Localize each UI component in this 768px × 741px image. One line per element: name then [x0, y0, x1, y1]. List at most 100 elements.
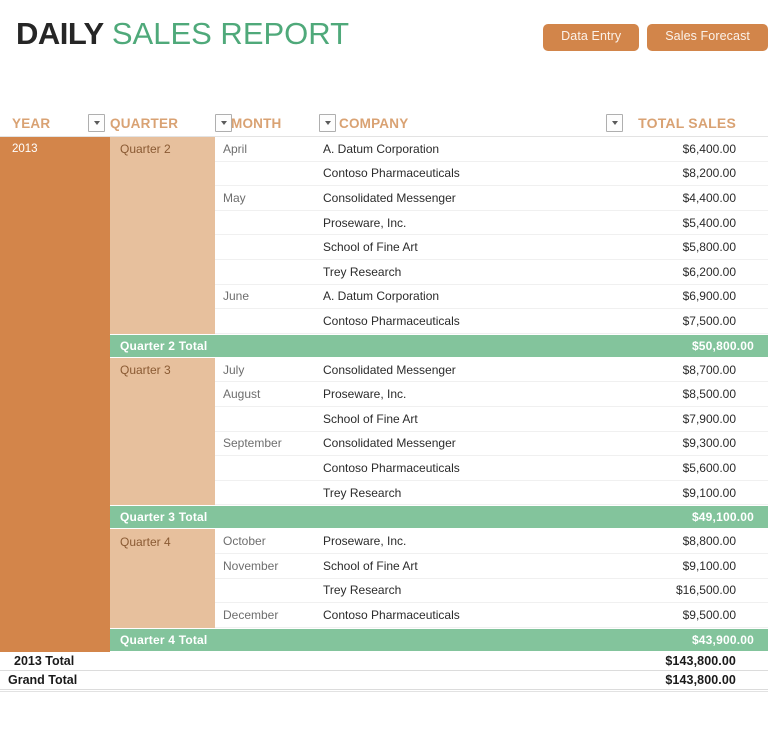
table-row: Contoso Pharmaceuticals $8,200.00 [0, 161, 768, 187]
cell-year-continuation [0, 553, 110, 579]
cell-month: December [215, 603, 315, 628]
table-row: May Consolidated Messenger $4,400.00 [0, 186, 768, 211]
quarter-total-row: Quarter 4 Total $43,900.00 [0, 627, 768, 652]
column-header-month-label: MONTH [231, 115, 282, 131]
cell-company: School of Fine Art [315, 406, 628, 432]
cell-year-continuation [0, 186, 110, 211]
quarter-total-value: $49,100.00 [691, 510, 754, 525]
column-header-total-sales-label: TOTAL SALES [638, 115, 736, 131]
table-row: School of Fine Art $7,900.00 [0, 406, 768, 432]
quarter-total-label: Quarter 4 Total [120, 632, 208, 647]
cell-company: Trey Research [315, 259, 628, 285]
cell-quarter: Quarter 3 [110, 357, 215, 383]
sales-forecast-button[interactable]: Sales Forecast [647, 24, 768, 51]
quarter-total-label: Quarter 2 Total [120, 338, 208, 353]
cell-month [215, 456, 315, 481]
cell-total-sales: $16,500.00 [628, 578, 768, 604]
cell-month: July [215, 357, 315, 383]
cell-quarter-continuation [110, 456, 215, 481]
cell-month: October [215, 529, 315, 554]
column-header-year: YEAR [12, 114, 110, 132]
cell-total-sales: $6,400.00 [628, 137, 768, 162]
cell-quarter-continuation [110, 406, 215, 432]
cell-month [215, 309, 315, 334]
cell-month [215, 406, 315, 432]
cell-year-continuation [0, 529, 110, 554]
cell-month [215, 210, 315, 236]
cell-quarter-continuation [110, 210, 215, 236]
cell-year-continuation [0, 406, 110, 432]
header-button-group: Data Entry Sales Forecast [543, 24, 768, 51]
cell-quarter-continuation [110, 259, 215, 285]
column-header-company-label: COMPANY [339, 115, 409, 131]
cell-year-continuation [0, 235, 110, 260]
grand-total-label: Grand Total [8, 672, 78, 687]
grand-total-value: $143,800.00 [665, 672, 736, 687]
column-header-total-sales: TOTAL SALES [628, 115, 768, 131]
cell-year-continuation [0, 480, 110, 506]
table-row: Contoso Pharmaceuticals $5,600.00 [0, 456, 768, 481]
chevron-down-icon [611, 121, 618, 125]
cell-quarter-continuation [110, 578, 215, 604]
column-header-quarter: QUARTER [110, 116, 215, 131]
cell-total-sales: $9,500.00 [628, 603, 768, 628]
month-filter-button[interactable] [319, 114, 336, 132]
cell-company: Proseware, Inc. [315, 210, 628, 236]
cell-company: School of Fine Art [315, 553, 628, 579]
sales-pivot-table: YEAR QUARTER MONTH COMPANY TOTAL SALES 2… [0, 110, 768, 692]
table-row: Proseware, Inc. $5,400.00 [0, 210, 768, 236]
cell-company: Contoso Pharmaceuticals [315, 456, 628, 481]
cell-year-continuation [0, 210, 110, 236]
table-row: September Consolidated Messenger $9,300.00 [0, 431, 768, 457]
cell-quarter-continuation [110, 480, 215, 506]
month-filter-cell [319, 114, 339, 132]
chevron-down-icon [324, 121, 331, 125]
quarter-filter-button[interactable] [215, 114, 232, 132]
quarter-filter-cell [215, 114, 232, 132]
year-total-row: 2013 Total $143,800.00 [0, 652, 768, 671]
cell-year-continuation [0, 161, 110, 187]
cell-total-sales: $9,100.00 [628, 480, 768, 506]
cell-quarter-continuation [110, 309, 215, 334]
cell-year-continuation [0, 505, 110, 530]
table-row: Quarter 3 July Consolidated Messenger $8,70… [0, 357, 768, 383]
cell-company: Consolidated Messenger [315, 431, 628, 457]
table-row: June A. Datum Corporation $6,900.00 [0, 284, 768, 310]
column-header-company: COMPANY [339, 114, 628, 132]
cell-quarter-continuation [110, 161, 215, 187]
grand-total-row: Grand Total $143,800.00 [0, 671, 768, 690]
cell-company: Proseware, Inc. [315, 529, 628, 554]
cell-month: November [215, 553, 315, 579]
page-title-light: SALES REPORT [111, 16, 350, 51]
cell-total-sales: $7,900.00 [628, 406, 768, 432]
cell-total-sales: $4,400.00 [628, 186, 768, 211]
cell-total-sales: $8,700.00 [628, 357, 768, 383]
company-filter-button[interactable] [606, 114, 623, 132]
cell-year-continuation [0, 627, 110, 652]
table-body: 2013 Quarter 2 April A. Datum Corporation $6… [0, 137, 768, 652]
chevron-down-icon [93, 121, 100, 125]
page-title-bold: DAILY [16, 16, 104, 51]
cell-year-continuation [0, 578, 110, 604]
data-entry-button[interactable]: Data Entry [543, 24, 640, 51]
cell-company: Contoso Pharmaceuticals [315, 161, 628, 187]
cell-year-continuation [0, 456, 110, 481]
cell-company: A. Datum Corporation [315, 284, 628, 310]
page-title: DAILY SALES REPORT [16, 16, 349, 52]
cell-total-sales: $8,800.00 [628, 529, 768, 554]
cell-total-sales: $5,600.00 [628, 456, 768, 481]
cell-year-continuation [0, 382, 110, 407]
quarter-total-label: Quarter 3 Total [120, 510, 208, 525]
cell-total-sales: $5,400.00 [628, 210, 768, 236]
cell-year: 2013 [0, 137, 110, 162]
cell-year-continuation [0, 259, 110, 285]
cell-company: A. Datum Corporation [315, 137, 628, 162]
quarter-total-row: Quarter 3 Total $49,100.00 [0, 505, 768, 530]
cell-total-sales: $5,800.00 [628, 235, 768, 260]
table-row: November School of Fine Art $9,100.00 [0, 553, 768, 579]
column-header-month: MONTH [231, 116, 319, 131]
cell-month [215, 259, 315, 285]
cell-total-sales: $7,500.00 [628, 309, 768, 334]
year-filter-button[interactable] [88, 114, 105, 132]
cell-quarter-continuation [110, 186, 215, 211]
